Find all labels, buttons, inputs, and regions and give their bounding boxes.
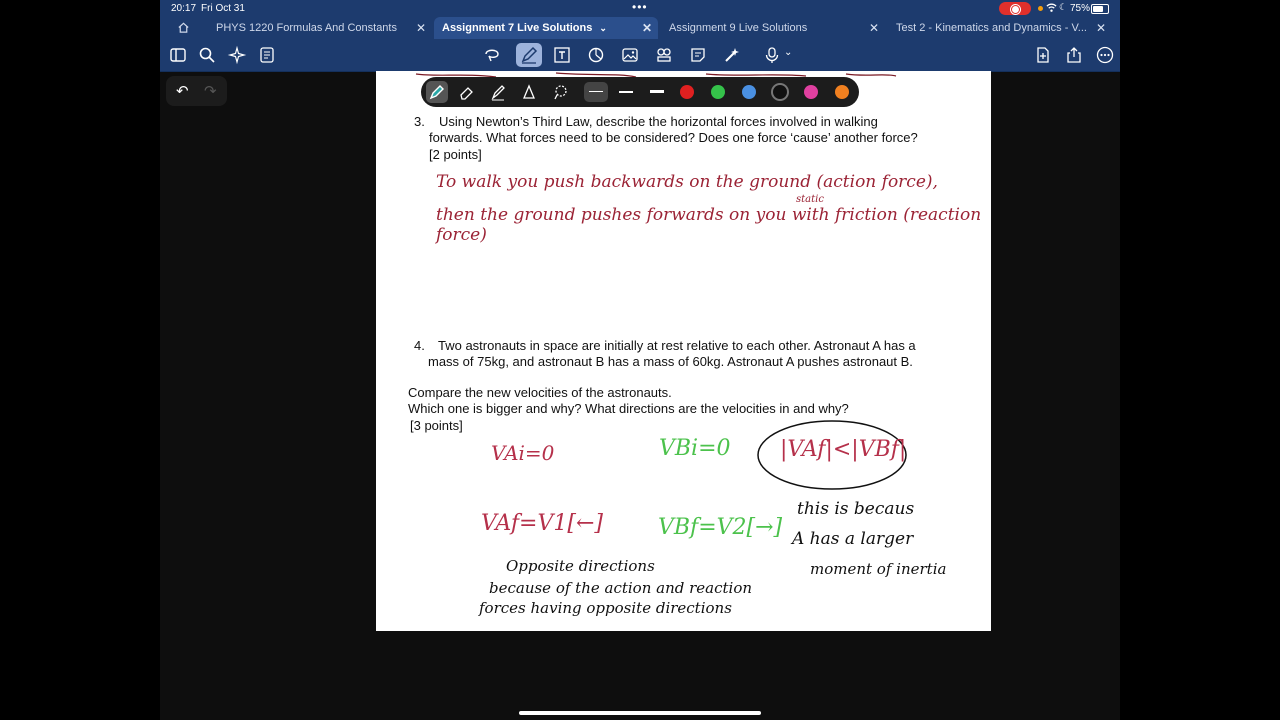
color-orange[interactable] [835,85,849,99]
va-final: VAf=V1[←] [481,511,603,536]
tab-label: Assignment 9 Live Solutions [669,22,808,34]
sidebar-icon[interactable] [168,45,188,65]
status-date: Fri Oct 31 [201,3,245,14]
question-4-number: 4. [414,338,425,353]
question-3-line-1: Using Newton’s Third Law, describe the h… [439,114,878,129]
direction-line-3: forces having opposite directions [479,599,732,617]
lasso-select-icon[interactable] [482,45,502,65]
q3-answer-line-2: then the ground pushes forwards on you w… [436,205,982,245]
q3-answer-insert: static [796,194,824,205]
fountain-pen-icon [429,85,444,100]
multitasking-dots-icon[interactable]: ••• [632,0,648,14]
question-4-line-2: mass of 75kg, and astronaut B has a mass… [428,354,913,369]
question-4-line-1: Two astronauts in space are initially at… [438,338,916,353]
sticky-note-icon[interactable] [688,45,708,65]
more-icon[interactable] [1095,45,1115,65]
color-black-selected[interactable] [773,85,787,99]
battery-percent: 75% [1070,3,1091,14]
vb-initial: VBi=0 [659,436,731,461]
va-initial: VAi=0 [491,441,555,465]
highlighter-icon[interactable] [488,82,508,102]
focus-moon-icon: ☾ [1059,2,1068,12]
toolbar: ⌄ [160,39,1120,72]
q3-answer-line-1: To walk you push backwards on the ground… [436,172,938,192]
tab-bar: PHYS 1220 Formulas And Constants ✕ Assig… [160,17,1120,39]
shape-pen-icon[interactable] [519,82,539,102]
sparkle-icon[interactable] [227,45,247,65]
close-icon[interactable]: ✕ [869,17,879,39]
question-3-line-2: forwards. What forces need to be conside… [429,130,918,145]
reason-line-3: moment of inertia [810,560,947,578]
tab-assignment-7[interactable]: Assignment 7 Live Solutions ⌄ ✕ [434,17,658,39]
wifi-icon [1046,3,1057,12]
redo-icon[interactable]: ↷ [204,82,217,100]
status-bar: 20:17 Fri Oct 31 ••• ☾ 75% [160,0,1120,17]
pen-tool-button[interactable] [516,43,542,67]
document-page[interactable]: 3. Using Newton’s Third Law, describe th… [376,71,991,631]
reason-line-1: this is becaus [797,499,915,519]
pen-palette [421,77,859,107]
home-icon[interactable] [177,21,190,34]
laser-pointer-icon[interactable] [722,45,742,65]
line-thin-button[interactable] [584,82,608,102]
shapes-icon[interactable] [586,45,606,65]
tab-assignment-9[interactable]: Assignment 9 Live Solutions ✕ [669,17,879,39]
undo-icon[interactable]: ↶ [176,82,189,100]
color-green[interactable] [711,85,725,99]
home-indicator[interactable] [519,711,761,715]
question-4-points: [3 points] [410,418,463,433]
question-3-points: [2 points] [429,147,482,162]
undo-redo-group: ↶ ↷ [166,76,227,106]
search-icon[interactable] [197,45,217,65]
question-3-number: 3. [414,114,425,129]
battery-icon [1091,4,1109,14]
status-time: 20:17 [171,3,197,14]
share-icon[interactable] [1064,45,1084,65]
color-red[interactable] [680,85,694,99]
elements-icon[interactable] [654,45,674,65]
question-4-compare: Compare the new velocities of the astron… [408,385,672,400]
pen-icon [521,46,538,64]
document-list-icon[interactable] [257,45,277,65]
ipad-screen: 20:17 Fri Oct 31 ••• ☾ 75% PHYS 1220 For… [160,0,1120,720]
line-medium-button[interactable] [619,91,633,93]
close-icon[interactable]: ✕ [1096,17,1106,39]
chevron-down-icon[interactable]: ⌄ [784,47,792,58]
fountain-pen-tool[interactable] [426,81,448,103]
color-blue[interactable] [742,85,756,99]
direction-line-2: because of the action and reaction [489,579,753,597]
question-4-which: Which one is bigger and why? What direct… [408,401,849,416]
vb-final: VBf=V2[→] [658,515,783,540]
velocity-comparison: |VAf|<|VBf| [780,437,907,462]
chevron-down-icon[interactable]: ⌄ [599,23,607,33]
lasso-icon[interactable] [550,82,570,102]
tab-label: PHYS 1220 Formulas And Constants [216,22,397,34]
close-icon[interactable]: ✕ [642,17,652,39]
text-box-icon[interactable] [552,45,572,65]
line-thick-button[interactable] [650,90,664,93]
tab-formulas[interactable]: PHYS 1220 Formulas And Constants ✕ [216,17,426,39]
color-pink[interactable] [804,85,818,99]
close-icon[interactable]: ✕ [416,17,426,39]
tab-label: Assignment 7 Live Solutions [442,22,593,34]
screen-recording-icon[interactable] [999,2,1031,15]
eraser-icon[interactable] [457,82,477,102]
microphone-icon[interactable] [762,45,782,65]
mic-indicator-icon [1038,6,1043,11]
image-icon[interactable] [620,45,640,65]
tab-test-2[interactable]: Test 2 - Kinematics and Dynamics - V... … [896,17,1111,39]
direction-line-1: Opposite directions [506,557,655,575]
new-page-icon[interactable] [1033,45,1053,65]
reason-line-2: A has a larger [792,529,914,549]
tab-label: Test 2 - Kinematics and Dynamics - V... [896,22,1087,34]
